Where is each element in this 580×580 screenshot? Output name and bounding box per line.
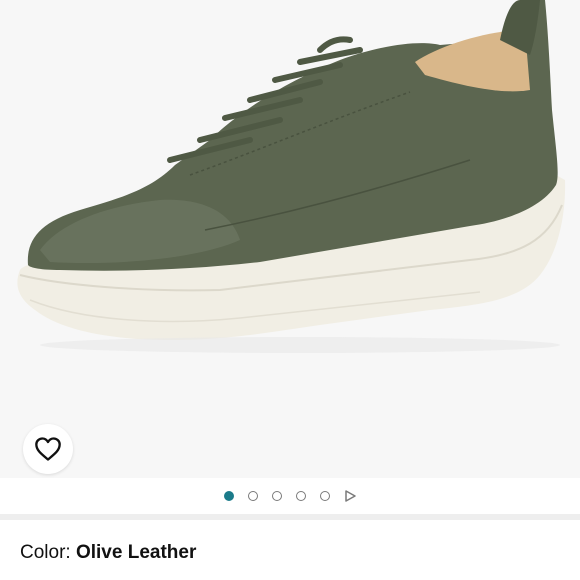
image-pagination (0, 478, 580, 514)
color-info: Color: Olive Leather (20, 542, 196, 564)
color-label: Color: (20, 542, 71, 563)
pagination-dot-4[interactable] (296, 491, 306, 501)
pagination-dot-5[interactable] (320, 491, 330, 501)
color-value: Olive Leather (75, 542, 197, 563)
heart-icon (35, 437, 61, 461)
product-gallery[interactable] (0, 0, 580, 478)
pagination-dot-1[interactable] (224, 491, 234, 501)
product-image (0, 0, 580, 478)
play-icon (345, 490, 356, 502)
section-divider (0, 514, 580, 520)
favorite-button[interactable] (23, 424, 73, 474)
pagination-dot-2[interactable] (248, 491, 258, 501)
next-image-button[interactable] (344, 490, 356, 502)
pagination-dot-3[interactable] (272, 491, 282, 501)
